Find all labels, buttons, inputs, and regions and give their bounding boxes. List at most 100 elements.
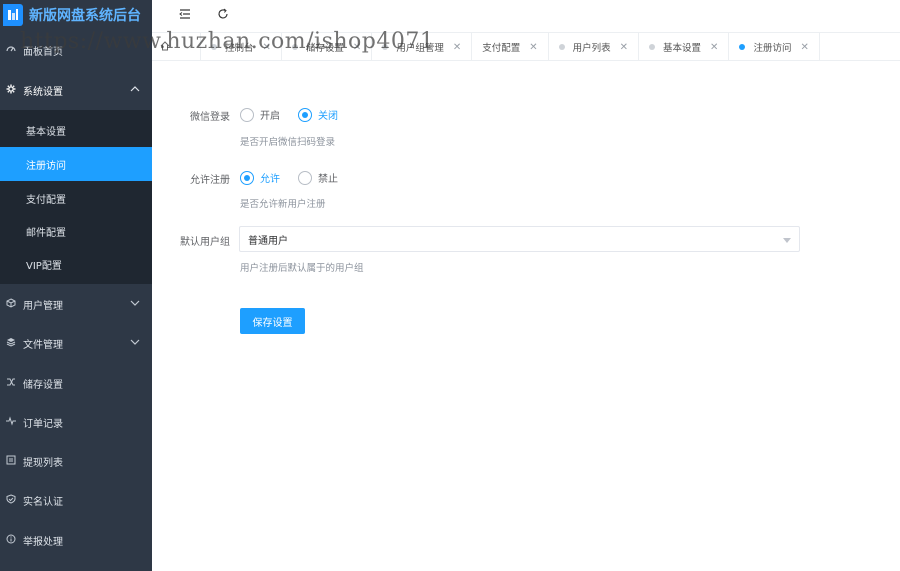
admin-app: 新版网盘系统后台 面板首页 系统设置 基本设置 注册访问 支付配置 邮件配置 V… [0,0,900,571]
sidebar-item-storage-settings[interactable]: 储存设置 [0,366,152,400]
submenu-item-payment-config[interactable]: 支付配置 [0,181,152,215]
radio-label: 关闭 [318,111,338,122]
default-group-label: 默认用户组 [180,237,230,248]
tab-home[interactable] [152,33,201,61]
layers-icon [4,337,18,350]
sidebar-item-withdraw-list[interactable]: 提现列表 [0,444,152,478]
tab-register-access[interactable]: 注册访问 ✕ [729,33,820,61]
radio-label: 禁止 [318,174,338,185]
wechat-login-label: 微信登录 [190,112,230,123]
submenu-item-label: 邮件配置 [26,227,66,239]
tab-dot [291,44,298,50]
allow-register-allow-radio[interactable]: 允许 [240,170,280,185]
sidebar-item-label: 提现列表 [23,457,63,469]
submenu-item-basic-settings[interactable]: 基本设置 [0,113,152,147]
radio-label: 允许 [260,174,280,185]
submenu-system-settings: 基本设置 注册访问 支付配置 邮件配置 VIP配置 [0,110,152,284]
tab-storage-settings[interactable]: 储存设置 ✕ [282,33,373,61]
shuffle-icon [4,377,18,390]
chevron-down-icon [130,298,140,311]
wechat-login-on-radio[interactable]: 开启 [240,107,280,122]
close-icon[interactable]: ✕ [529,42,537,53]
sidebar-item-order-records[interactable]: 订单记录 [0,405,152,439]
sidebar-item-file-management[interactable]: 文件管理 [0,326,152,360]
submenu-item-label: VIP配置 [26,260,62,272]
close-icon[interactable]: ✕ [263,42,271,53]
sidebar-item-real-name-auth[interactable]: 实名认证 [0,483,152,517]
sidebar-item-label: 系统设置 [23,86,63,98]
wechat-login-off-radio[interactable]: 关闭 [298,107,338,122]
gear-icon [4,84,18,97]
sidebar-item-dashboard[interactable]: 面板首页 [0,33,152,67]
tab-dot [649,44,656,50]
sidebar-item-user-management[interactable]: 用户管理 [0,287,152,321]
wechat-login-help: 是否开启微信扫码登录 [240,137,336,148]
page-tabs: 控制台 ✕ 储存设置 ✕ 用户组管理 ✕ 支付配置 ✕ 用户列表 ✕ 基本设置 ✕ 注册访问… [152,32,900,61]
tab-label: 注册访问 [753,43,792,54]
tab-label: 控制台 [225,43,254,54]
select-value: 普通用户 [248,235,288,247]
allow-register-label: 允许注册 [190,175,230,186]
tab-dot [558,44,565,50]
sidebar-item-label: 储存设置 [23,379,63,391]
submenu-item-vip-config[interactable]: VIP配置 [0,247,152,281]
radio-circle [298,170,312,185]
submenu-item-mail-config[interactable]: 邮件配置 [0,214,152,248]
default-group-help: 用户注册后默认属于的用户组 [240,263,364,274]
close-icon[interactable]: ✕ [353,42,361,53]
tab-user-list[interactable]: 用户列表 ✕ [549,33,640,61]
close-icon[interactable]: ✕ [800,42,808,53]
tab-user-group-management[interactable]: 用户组管理 ✕ [372,33,473,61]
submenu-item-register-access[interactable]: 注册访问 [0,147,152,181]
refresh-icon[interactable] [217,8,231,22]
close-icon[interactable]: ✕ [453,42,461,53]
tab-label: 基本设置 [663,43,702,54]
tab-label: 用户列表 [572,43,611,54]
sidebar-item-label: 举报处理 [23,536,63,548]
tab-dot [211,44,217,50]
pulse-icon [4,415,18,429]
info-icon [4,534,18,547]
radio-label: 开启 [260,111,280,122]
chevron-up-icon [130,84,140,97]
logo-icon [3,4,23,26]
radio-circle [298,107,312,122]
submenu-item-label: 注册访问 [26,160,66,172]
close-icon[interactable]: ✕ [620,42,628,53]
sidebar-item-label: 实名认证 [23,496,63,508]
radio-circle [240,107,254,122]
gauge-icon [4,44,18,57]
sidebar-item-report-handling[interactable]: 举报处理 [0,523,152,557]
sidebar-item-system-settings[interactable]: 系统设置 [0,73,152,107]
allow-register-help: 是否允许新用户注册 [240,199,326,210]
tab-label: 用户组管理 [396,43,444,54]
home-icon [160,40,170,54]
tab-basic-settings[interactable]: 基本设置 ✕ [639,33,730,61]
allow-register-deny-radio[interactable]: 禁止 [298,170,338,185]
default-group-select[interactable]: 普通用户 [239,226,800,252]
menu-fold-icon[interactable] [179,8,193,22]
sidebar-item-label: 面板首页 [23,46,63,58]
cube-icon [4,297,18,311]
tab-console[interactable]: 控制台 ✕ [201,33,282,61]
tab-label: 支付配置 [482,43,521,54]
save-button[interactable]: 保存设置 [240,308,305,334]
caret-down-icon [783,238,791,243]
sidebar-item-label: 文件管理 [23,339,63,351]
submenu-item-label: 支付配置 [26,194,66,206]
tab-label: 储存设置 [305,43,344,54]
list-icon [4,455,18,468]
close-icon[interactable]: ✕ [710,42,718,53]
tab-dot [382,44,389,50]
shield-icon [4,493,18,507]
sidebar-item-label: 用户管理 [23,300,63,312]
submenu-item-label: 基本设置 [26,126,66,138]
tab-payment-config[interactable]: 支付配置 ✕ [472,33,549,61]
sidebar: 新版网盘系统后台 面板首页 系统设置 基本设置 注册访问 支付配置 邮件配置 V… [0,0,152,571]
brand-title: 新版网盘系统后台 [29,8,141,24]
radio-circle [240,170,254,185]
tab-dot [739,44,746,50]
brand[interactable]: 新版网盘系统后台 [0,0,152,30]
topbar [152,0,900,30]
chevron-down-icon [130,337,140,350]
